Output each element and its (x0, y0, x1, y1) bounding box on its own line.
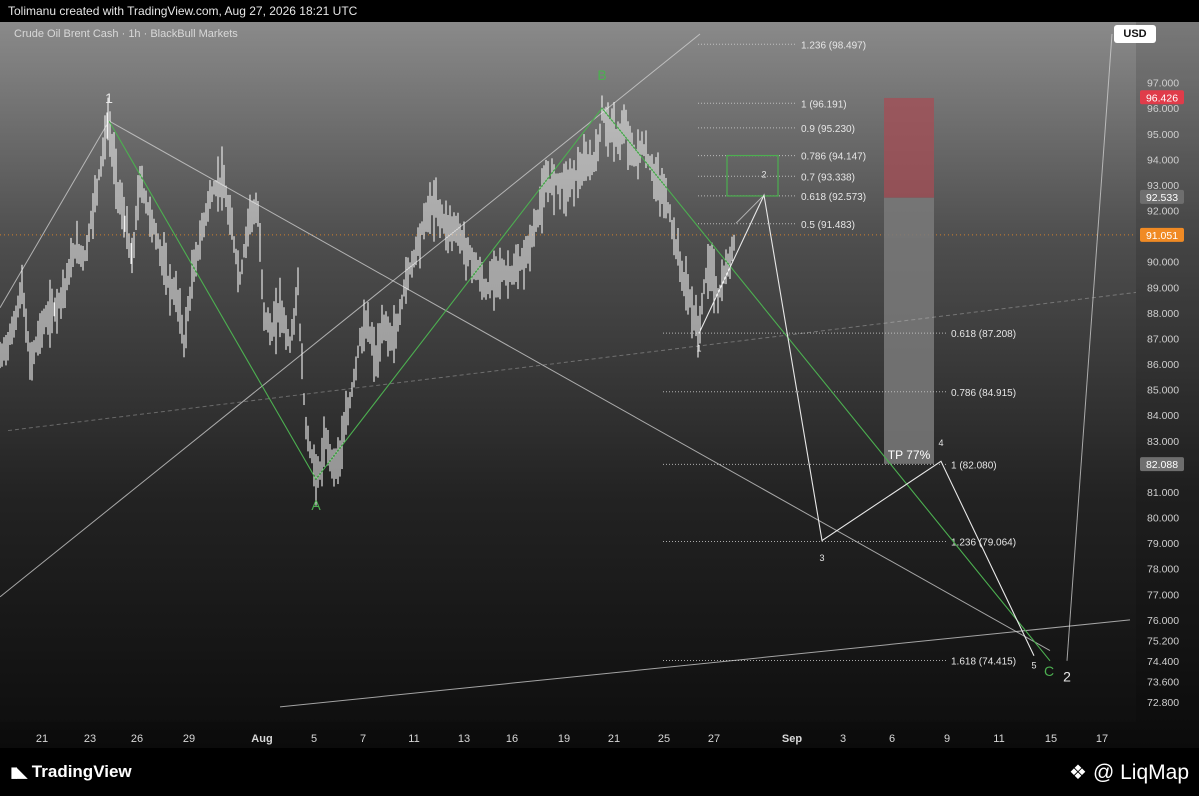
fib-level-label: 1 (96.191) (801, 99, 847, 110)
x-tick-label: 29 (183, 733, 195, 745)
tradingview-mark-icon: ▮◣ (10, 764, 28, 781)
forecast-wave-path (698, 193, 1035, 656)
y-tick-label: 94.000 (1147, 154, 1179, 166)
y-tick-label: 97.000 (1147, 78, 1179, 90)
symbol-label: Crude Oil Brent Cash · 1h · BlackBull Ma… (14, 28, 238, 40)
fib-level-label: 0.618 (87.208) (951, 329, 1016, 340)
wave-label: A (311, 497, 321, 513)
y-tick-label: 86.000 (1147, 359, 1179, 371)
y-tick-label: 75.200 (1147, 635, 1179, 647)
x-tick-label: 15 (1045, 733, 1057, 745)
chart-canvas[interactable]: 72.800 73.600 74.400 75.200 76.000 77.000 78.0… (0, 22, 1199, 748)
y-tick-label: 96.000 (1147, 103, 1179, 115)
x-tick-label: 3 (840, 733, 846, 745)
x-tick-label: 13 (458, 733, 470, 745)
fib-level-label: 0.7 (93.338) (801, 172, 855, 183)
x-tick-label: 5 (311, 733, 317, 745)
tradingview-logo[interactable]: ▮◣ TradingView (10, 762, 132, 782)
wave-label: 1 (105, 90, 113, 106)
y-tick-label: 79.000 (1147, 538, 1179, 550)
fib-level-label: 0.9 (95.230) (801, 124, 855, 135)
liqmap-logo: ❖ @ LiqMap (1069, 760, 1189, 785)
trend-line (1066, 33, 1113, 661)
wave-label: 3 (819, 553, 824, 563)
y-tick-label: 85.000 (1147, 385, 1179, 397)
x-tick-label: 11 (993, 733, 1004, 745)
y-tick-label: 81.000 (1147, 487, 1179, 499)
x-tick-label: 6 (889, 733, 895, 745)
wave-label: 2 (761, 169, 766, 179)
x-tick-label: 25 (658, 733, 670, 745)
chart-area[interactable]: 72.800 73.600 74.400 75.200 76.000 77.000 78.0… (0, 22, 1199, 748)
price-label: 82.088 (1146, 459, 1178, 471)
attribution-bar: Tolimanu created with TradingView.com, A… (0, 0, 1199, 22)
y-tick-label: 77.000 (1147, 589, 1179, 601)
x-tick-label: 17 (1096, 733, 1108, 745)
y-tick-label: 76.000 (1147, 615, 1179, 627)
y-tick-label: 74.400 (1147, 656, 1179, 668)
footer: ▮◣ TradingView ❖ @ LiqMap (0, 748, 1199, 796)
binance-diamond-icon: ❖ (1069, 762, 1087, 784)
price-label: 91.051 (1146, 230, 1178, 242)
x-tick-label: Aug (251, 733, 272, 745)
x-tick-label: 16 (506, 733, 518, 745)
x-tick-label: Sep (782, 733, 802, 745)
x-tick-label: 11 (408, 733, 419, 745)
fib-level-label: 0.786 (94.147) (801, 152, 866, 163)
wave-label: 1 (696, 343, 701, 353)
wave-label: B (597, 67, 606, 83)
wave-label: 5 (1031, 661, 1036, 671)
price-label: 92.533 (1146, 192, 1178, 204)
x-tick-label: 26 (131, 733, 143, 745)
y-tick-label: 80.000 (1147, 513, 1179, 525)
fib-level-label: 0.5 (91.483) (801, 220, 855, 231)
x-tick-label: 9 (944, 733, 950, 745)
y-tick-label: 89.000 (1147, 282, 1179, 294)
y-tick-label: 84.000 (1147, 410, 1179, 422)
tp-label: TP 77% (888, 448, 931, 462)
liqmap-label: @ LiqMap (1092, 760, 1189, 784)
y-tick-label: 72.800 (1147, 697, 1179, 709)
x-tick-label: 21 (608, 733, 620, 745)
trend-line (735, 194, 765, 224)
x-tick-label: 19 (558, 733, 570, 745)
currency-button[interactable]: USD (1114, 25, 1156, 43)
x-tick-label: 21 (36, 733, 48, 745)
fib-level-label: 1 (82.080) (951, 460, 997, 471)
wave-label: 2 (1063, 668, 1071, 684)
y-tick-label: 95.000 (1147, 129, 1179, 141)
y-tick-label: 90.000 (1147, 257, 1179, 269)
fib-level-label: 1.618 (74.415) (951, 656, 1016, 667)
fib-level-label: 0.786 (84.915) (951, 388, 1016, 399)
stop-zone-red (884, 97, 934, 198)
y-tick-label: 78.000 (1147, 564, 1179, 576)
target-zone-gray (884, 197, 934, 464)
price-label: 96.426 (1146, 92, 1178, 104)
x-tick-label: 7 (360, 733, 366, 745)
y-tick-label: 88.000 (1147, 308, 1179, 320)
y-tick-label: 73.600 (1147, 676, 1179, 688)
wave-label: 4 (938, 438, 943, 448)
tradingview-label: TradingView (31, 762, 132, 781)
trend-line (7, 291, 1137, 432)
fib-level-label: 1.236 (79.064) (951, 538, 1016, 549)
attribution-text: Tolimanu created with TradingView.com, A… (8, 4, 358, 18)
y-tick-label: 87.000 (1147, 333, 1179, 345)
wave-label: C (1044, 663, 1054, 679)
entry-box (726, 154, 779, 197)
x-tick-label: 27 (708, 733, 720, 745)
y-tick-label: 92.000 (1147, 206, 1179, 218)
fib-level-label: 1.236 (98.497) (801, 40, 866, 51)
fib-level-label: 0.618 (92.573) (801, 192, 866, 203)
x-tick-label: 23 (84, 733, 96, 745)
y-tick-label: 83.000 (1147, 436, 1179, 448)
